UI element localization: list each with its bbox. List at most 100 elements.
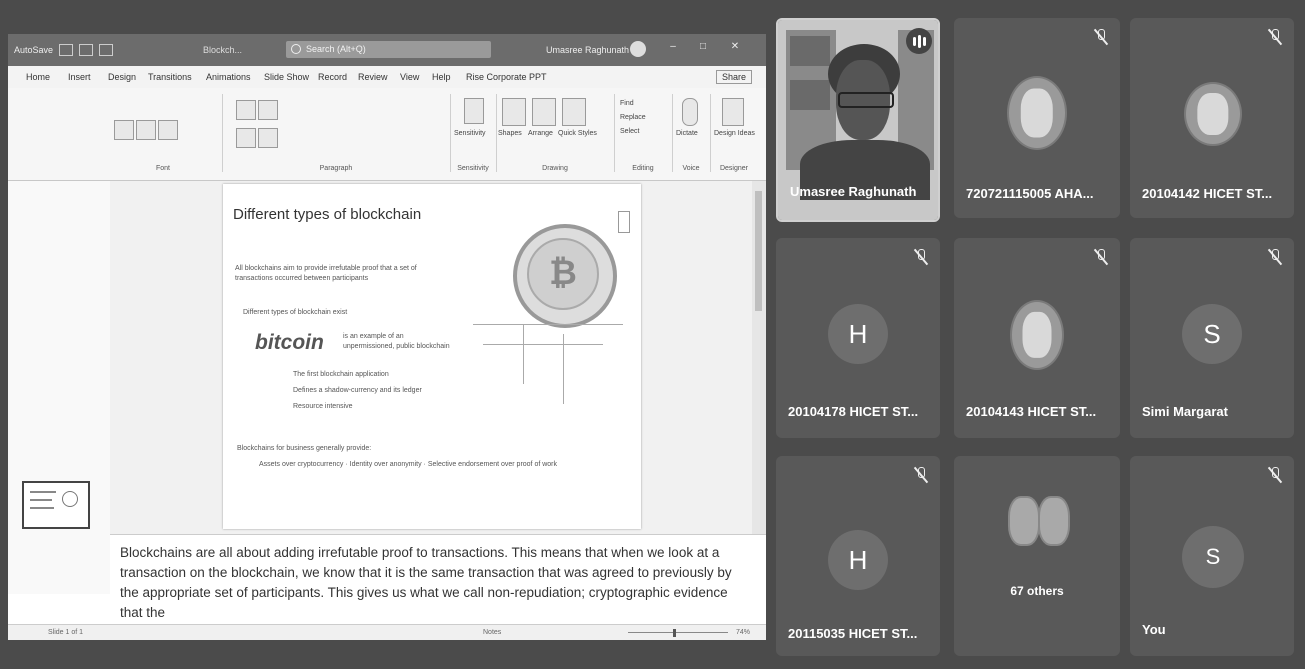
zoom-slider[interactable] bbox=[628, 632, 728, 633]
tab-record[interactable]: Record bbox=[318, 72, 347, 82]
participant-name: Umasree Raghunath bbox=[790, 184, 917, 199]
align-center-icon[interactable] bbox=[258, 128, 278, 148]
muted-mic-icon bbox=[913, 248, 929, 266]
books bbox=[790, 36, 830, 66]
search-box[interactable]: Search (Alt+Q) bbox=[286, 41, 491, 58]
slide-thumbnail-pane bbox=[8, 181, 110, 594]
participant-tile-speaker[interactable]: Umasree Raghunath bbox=[776, 18, 940, 222]
save-icon[interactable] bbox=[59, 44, 74, 56]
quick-styles-button[interactable]: Quick Styles bbox=[558, 130, 597, 137]
participant-name: Simi Margarat bbox=[1142, 404, 1228, 419]
bitcoin-coin-image: ₿ bbox=[513, 224, 617, 328]
voice-group: Dictate Voice bbox=[672, 94, 711, 172]
participant-name: 20115035 HICET ST... bbox=[788, 626, 918, 641]
participant-tile[interactable]: 20104143 HICET ST... bbox=[954, 238, 1120, 438]
microphone-icon[interactable] bbox=[682, 98, 698, 126]
notes-toggle[interactable]: Notes bbox=[483, 629, 501, 636]
editing-group: Find Replace Select Editing bbox=[614, 94, 673, 172]
participant-avatar: S bbox=[1182, 526, 1244, 588]
font-color-icon[interactable] bbox=[158, 120, 178, 140]
books bbox=[790, 80, 830, 110]
bitcoin-logo: bitcoin bbox=[255, 331, 324, 354]
italic-icon[interactable] bbox=[136, 120, 156, 140]
tab-transitions[interactable]: Transitions bbox=[148, 72, 192, 82]
participant-tile[interactable]: 720721115005 AHA... bbox=[954, 18, 1120, 218]
arrange-button[interactable]: Arrange bbox=[528, 130, 553, 137]
zoom-slider-knob[interactable] bbox=[673, 629, 676, 637]
close-icon[interactable]: ✕ bbox=[730, 42, 740, 52]
design-ideas-button[interactable]: Design Ideas bbox=[714, 130, 755, 137]
arrange-icon[interactable] bbox=[532, 98, 556, 126]
participant-tile[interactable]: H 20104178 HICET ST... bbox=[776, 238, 940, 438]
replace-button[interactable]: Replace bbox=[620, 114, 646, 121]
maximize-icon[interactable]: □ bbox=[698, 42, 708, 52]
slide-sub-bullet-2: Defines a shadow-currency and its ledger bbox=[293, 387, 422, 394]
muted-mic-icon bbox=[1267, 466, 1283, 484]
muted-mic-icon bbox=[1267, 28, 1283, 46]
quick-styles-icon[interactable] bbox=[562, 98, 586, 126]
user-avatar[interactable] bbox=[630, 41, 646, 57]
numbering-icon[interactable] bbox=[258, 100, 278, 120]
circuit-line bbox=[523, 324, 524, 384]
coin-inner-ring: ₿ bbox=[527, 238, 599, 310]
participant-tile[interactable]: S Simi Margarat bbox=[1130, 238, 1294, 438]
shapes-icon[interactable] bbox=[502, 98, 526, 126]
participant-tile-self[interactable]: S You bbox=[1130, 456, 1294, 656]
redo-icon[interactable] bbox=[99, 44, 114, 56]
tab-design[interactable]: Design bbox=[108, 72, 136, 82]
notes-pane[interactable]: Blockchains are all about adding irrefut… bbox=[110, 534, 766, 620]
slide-title: Different types of blockchain bbox=[233, 206, 422, 223]
tab-animations[interactable]: Animations bbox=[206, 72, 251, 82]
tab-slide-show[interactable]: Slide Show bbox=[264, 72, 309, 82]
slide-number: Slide 1 of 1 bbox=[48, 629, 84, 636]
participant-avatar bbox=[1007, 76, 1067, 150]
participant-name: 720721115005 AHA... bbox=[966, 186, 1094, 201]
participant-tile[interactable]: H 20115035 HICET ST... bbox=[776, 456, 940, 656]
undo-icon[interactable] bbox=[79, 44, 94, 56]
autosave-toggle[interactable]: AutoSave bbox=[14, 45, 53, 55]
shapes-button[interactable]: Shapes bbox=[498, 130, 522, 137]
font-group-label: Font bbox=[155, 165, 170, 172]
others-count: 67 others bbox=[1010, 584, 1064, 598]
font-group: Font bbox=[104, 94, 223, 172]
share-button[interactable]: Share bbox=[715, 70, 752, 84]
scrollbar-thumb[interactable] bbox=[755, 191, 762, 311]
shared-screen: AutoSave Blockch... Search (Alt+Q) Umasr… bbox=[8, 34, 766, 640]
ribbon-tabs: Home Insert Design Transitions Animation… bbox=[8, 66, 766, 88]
current-slide[interactable]: Different types of blockchain All blockc… bbox=[223, 184, 641, 529]
participant-name: 20104142 HICET ST... bbox=[1142, 186, 1273, 201]
sensitivity-group-label: Sensitivity bbox=[457, 165, 489, 172]
select-button[interactable]: Select bbox=[620, 128, 639, 135]
slide-sub-bullet-3: Resource intensive bbox=[293, 403, 353, 410]
user-name: Umasree Raghunath bbox=[546, 45, 630, 55]
tab-view[interactable]: View bbox=[400, 72, 419, 82]
sensitivity-button-label[interactable]: Sensitivity bbox=[454, 130, 486, 137]
circuit-line bbox=[563, 334, 564, 404]
tab-home[interactable]: Home bbox=[26, 72, 50, 82]
participant-name: 20104178 HICET ST... bbox=[788, 404, 919, 419]
speaking-indicator-icon bbox=[906, 28, 932, 54]
participant-tile-others[interactable]: 67 others bbox=[954, 456, 1120, 656]
find-button[interactable]: Find bbox=[620, 100, 634, 107]
tab-review[interactable]: Review bbox=[358, 72, 388, 82]
tab-insert[interactable]: Insert bbox=[68, 72, 91, 82]
vertical-scrollbar[interactable] bbox=[752, 181, 766, 594]
tab-rise-corporate-ppt[interactable]: Rise Corporate PPT bbox=[466, 72, 547, 82]
slide-bullet-3: Blockchains for business generally provi… bbox=[237, 445, 372, 452]
tab-help[interactable]: Help bbox=[432, 72, 451, 82]
sensitivity-icon[interactable] bbox=[464, 98, 484, 124]
dictate-button[interactable]: Dictate bbox=[676, 130, 698, 137]
design-ideas-icon[interactable] bbox=[722, 98, 744, 126]
speaker-glasses bbox=[838, 92, 894, 108]
align-left-icon[interactable] bbox=[236, 128, 256, 148]
zoom-level: 74% bbox=[736, 629, 751, 636]
bullets-icon[interactable] bbox=[236, 100, 256, 120]
participant-tile[interactable]: 20104142 HICET ST... bbox=[1130, 18, 1294, 218]
minimize-icon[interactable]: – bbox=[668, 42, 678, 52]
slide-thumbnail[interactable] bbox=[22, 481, 90, 529]
selection-handle[interactable] bbox=[618, 211, 630, 233]
bold-icon[interactable] bbox=[114, 120, 134, 140]
participant-avatar bbox=[1038, 496, 1070, 546]
ribbon: Font Paragraph Sensitivity Sensitivity S… bbox=[8, 88, 766, 181]
slide-bullet-3-sub: Assets over cryptocurrency · Identity ov… bbox=[259, 461, 558, 468]
